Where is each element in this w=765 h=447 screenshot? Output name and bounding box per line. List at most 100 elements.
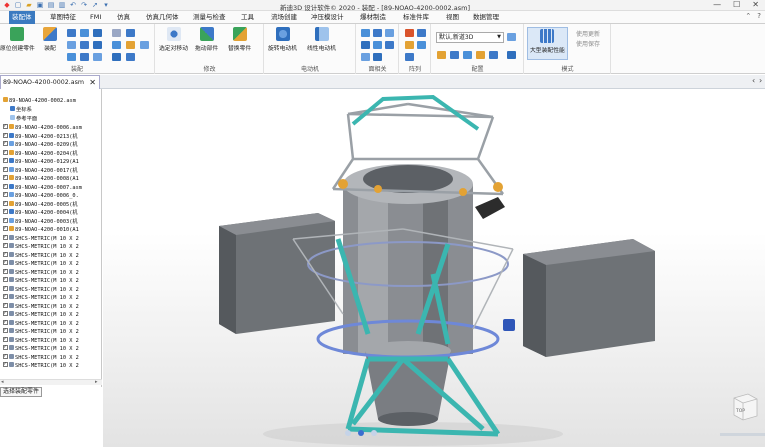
tree-part-row[interactable]: 89-NOAO-4200-0209(机 <box>0 139 101 150</box>
tree-part-row[interactable]: 89-NOAO-4200-0017(机 <box>0 165 101 176</box>
tree-part-row[interactable]: SHCS-METRIC(M 10 X 2 <box>0 258 101 269</box>
visibility-checkbox[interactable] <box>3 343 8 352</box>
tree-part-row[interactable]: 89-NOAO-4200-0004(机 <box>0 207 101 218</box>
visibility-checkbox[interactable] <box>3 301 8 309</box>
tab-measure-check[interactable]: 测量与检查 <box>190 11 229 24</box>
drag-component-button[interactable]: 拖动部件 <box>195 27 218 52</box>
view-cube[interactable]: TOP <box>730 390 760 422</box>
customize-dropdown-icon[interactable]: ▾ <box>102 1 110 9</box>
insert-icon[interactable] <box>80 29 89 37</box>
face-relation-icon-8[interactable] <box>373 53 382 61</box>
close-button[interactable]: ✕ <box>752 0 759 10</box>
tree-part-row[interactable]: SHCS-METRIC(M 10 X 2 <box>0 292 101 303</box>
tab-fmi[interactable]: FMI <box>87 11 104 24</box>
explode-icon[interactable] <box>93 53 102 61</box>
tree-part-row[interactable]: SHCS-METRIC(M 10 X 2 <box>0 241 101 252</box>
document-tab-assembly[interactable]: 89-NOAO-4200-0002.asm ✕ <box>0 75 100 89</box>
help-icon[interactable]: ? <box>757 12 761 20</box>
tab-material-mfg[interactable]: 爆材制造 <box>357 11 389 24</box>
tree-part-row[interactable]: SHCS-METRIC(M 10 X 2 <box>0 309 101 320</box>
tree-part-row[interactable]: SHCS-METRIC(M 10 X 2 <box>0 360 101 371</box>
face-relation-icon-3[interactable] <box>385 29 394 37</box>
create-part-in-place-button[interactable]: 原位创建零件 <box>0 27 35 52</box>
interference-icon[interactable] <box>126 41 135 49</box>
visibility-checkbox[interactable] <box>3 165 8 173</box>
visibility-checkbox[interactable] <box>3 284 8 292</box>
visibility-checkbox[interactable] <box>3 224 8 233</box>
config-icon-1[interactable] <box>437 51 446 59</box>
visibility-checkbox[interactable] <box>3 258 8 267</box>
select-assembly-parts-button[interactable]: 选择装配零件 <box>0 387 43 397</box>
tree-part-row[interactable]: 89-NOAO-4200-0008(A1 <box>0 173 101 184</box>
linear-motor-button[interactable]: 线性电动机 <box>307 27 336 52</box>
tree-part-row[interactable]: 89-NOAO-4200-0204(机 <box>0 148 101 159</box>
visibility-checkbox[interactable] <box>3 122 8 131</box>
visibility-checkbox[interactable] <box>3 156 8 165</box>
minimize-ribbon-icon[interactable]: ⌃ <box>745 12 751 20</box>
tree-part-row[interactable]: 89-NOAO-4200-0129(A1 <box>0 156 101 167</box>
tree-part-row[interactable]: SHCS-METRIC(M 10 X 2 <box>0 326 101 337</box>
visibility-checkbox[interactable] <box>3 173 8 182</box>
3d-viewport[interactable] <box>103 89 765 447</box>
tab-scroll-right-icon[interactable]: › <box>759 76 762 85</box>
link-icon[interactable] <box>126 29 135 37</box>
tree-part-row[interactable]: SHCS-METRIC(M 10 X 2 <box>0 301 101 312</box>
mirror-icon[interactable] <box>80 41 89 49</box>
pattern-icon-2[interactable] <box>417 29 426 37</box>
save-icon[interactable]: ▣ <box>36 1 44 9</box>
tab-scroll-left-icon[interactable]: ‹ <box>752 76 755 85</box>
visibility-checkbox[interactable] <box>3 139 8 148</box>
pattern-icon[interactable] <box>67 41 76 49</box>
config-icon-7[interactable] <box>507 51 516 59</box>
tree-part-row[interactable]: SHCS-METRIC(M 10 X 2 <box>0 335 101 346</box>
tab-tools[interactable]: 工具 <box>238 11 257 24</box>
tree-part-row[interactable]: 89-NOAO-4200-0213(机 <box>0 131 101 142</box>
visibility-checkbox[interactable] <box>3 216 8 224</box>
face-relation-icon-4[interactable] <box>361 41 370 49</box>
visibility-checkbox[interactable] <box>3 292 8 301</box>
bom-icon[interactable] <box>126 53 135 61</box>
tree-part-row[interactable]: 89-NOAO-4200-0003(机 <box>0 216 101 227</box>
visibility-checkbox[interactable] <box>3 360 8 369</box>
tab-data-management[interactable]: 数据管理 <box>470 11 502 24</box>
configuration-select[interactable]: 默认,新道3D ▼ <box>436 32 504 43</box>
print-icon[interactable]: ▥ <box>58 1 66 9</box>
visibility-checkbox[interactable] <box>3 207 8 216</box>
tree-part-row[interactable]: SHCS-METRIC(M 10 X 2 <box>0 275 101 286</box>
constraint-icon[interactable] <box>67 29 76 37</box>
edit-icon[interactable] <box>112 29 121 37</box>
tree-part-row[interactable]: SHCS-METRIC(M 10 X 2 <box>0 250 101 261</box>
use-save-option[interactable]: 使用保存 <box>576 39 600 48</box>
view-dot[interactable] <box>345 430 351 436</box>
tree-part-row[interactable]: 89-NOAO-4200-0006.asm <box>0 122 101 133</box>
visibility-checkbox[interactable] <box>3 267 8 275</box>
maximize-button[interactable]: ☐ <box>733 0 740 10</box>
close-tab-icon[interactable]: ✕ <box>89 76 96 89</box>
visibility-checkbox[interactable] <box>3 199 8 207</box>
selected-move-button[interactable]: 选定对移动 <box>159 27 188 52</box>
config-icon-3[interactable] <box>463 51 472 59</box>
visibility-checkbox[interactable] <box>3 326 8 335</box>
tab-simulation[interactable]: 仿真 <box>114 11 133 24</box>
visibility-checkbox[interactable] <box>3 335 8 343</box>
tree-part-row[interactable]: 89-NOAO-4200-0005(机 <box>0 199 101 210</box>
section-icon[interactable] <box>112 41 121 49</box>
tree-item-coordinate-system[interactable]: 坐标系 <box>0 106 101 115</box>
tree-part-row[interactable]: 89-NOAO-4200-0006_0. <box>0 190 101 201</box>
open-folder-icon[interactable]: ▰ <box>25 1 33 9</box>
tab-flow-create[interactable]: 流场创建 <box>268 11 300 24</box>
tab-view[interactable]: 视图 <box>443 11 462 24</box>
pattern-icon-4[interactable] <box>417 41 426 49</box>
replace-icon[interactable] <box>112 53 121 61</box>
face-relation-icon-2[interactable] <box>373 29 382 37</box>
tree-item-reference-planes[interactable]: 参考平面 <box>0 115 101 124</box>
tree-horizontal-scrollbar[interactable]: ◂ ▸ <box>0 379 102 385</box>
config-icon-4[interactable] <box>476 51 485 59</box>
face-relation-icon-6[interactable] <box>385 41 394 49</box>
rotate-icon[interactable] <box>80 53 89 61</box>
tab-assembly[interactable]: 装配体 <box>9 11 35 24</box>
tree-part-row[interactable]: SHCS-METRIC(M 10 X 2 <box>0 343 101 354</box>
tree-part-row[interactable]: SHCS-METRIC(M 10 X 2 <box>0 352 101 363</box>
visibility-checkbox[interactable] <box>3 131 8 139</box>
tab-stamping-design[interactable]: 冲压模设计 <box>308 11 347 24</box>
